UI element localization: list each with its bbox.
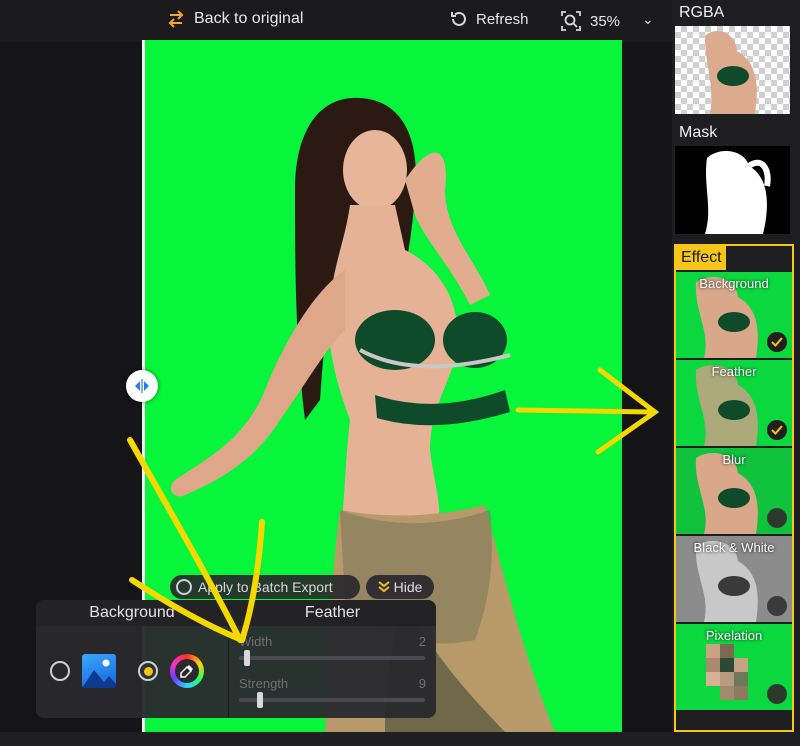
app-window: Back to original Refresh 35% ⌄ Apply to … <box>0 0 800 746</box>
zoom-icon <box>561 11 581 31</box>
mask-label: Mask <box>679 124 718 141</box>
color-picker-button[interactable] <box>170 654 204 688</box>
strength-value: 9 <box>418 676 426 691</box>
effect-black-white-label: Black & White <box>693 540 775 555</box>
double-chevron-down-icon <box>377 581 390 593</box>
width-slider[interactable] <box>239 650 425 666</box>
compare-split-handle[interactable] <box>126 370 158 402</box>
apply-batch-label: Apply to Batch Export <box>198 579 333 595</box>
feather-section: Feather Width 2 Strength 9 <box>228 600 436 718</box>
effect-label: Effect <box>676 246 726 270</box>
top-toolbar: Back to original Refresh 35% ⌄ <box>0 0 672 42</box>
zoom-value: 35% <box>590 12 621 30</box>
unchecked-circle-icon <box>767 508 787 528</box>
refresh-icon <box>451 11 466 26</box>
bottom-status-bar <box>0 732 672 746</box>
refresh-label: Refresh <box>476 10 529 28</box>
split-arrows-icon <box>135 379 149 393</box>
effect-card-blur[interactable]: Blur <box>676 448 792 534</box>
chevron-down-icon[interactable]: ⌄ <box>642 11 654 28</box>
unchecked-circle-icon <box>767 684 787 704</box>
back-to-original-label: Back to original <box>194 10 304 27</box>
hide-label: Hide <box>393 579 423 595</box>
strength-label: Strength <box>239 676 289 691</box>
effect-card-feather[interactable]: Feather <box>676 360 792 446</box>
effect-card-background[interactable]: Background <box>676 272 792 358</box>
effect-card-black-white[interactable]: Black & White <box>676 536 792 622</box>
unchecked-circle-icon <box>767 596 787 616</box>
check-icon <box>767 332 787 352</box>
background-section-title: Background <box>36 600 228 626</box>
effect-feather-label: Feather <box>711 364 757 379</box>
background-options <box>50 654 204 688</box>
apply-batch-radio[interactable] <box>176 579 192 595</box>
eyedropper-icon <box>180 665 193 678</box>
back-to-original-button[interactable]: Back to original <box>166 10 303 28</box>
rgba-thumbnail[interactable] <box>675 26 790 114</box>
background-section: Background <box>36 600 228 718</box>
zoom-control[interactable]: 35% <box>560 10 620 32</box>
effect-blur-label: Blur <box>722 452 746 467</box>
feather-section-title: Feather <box>229 600 436 626</box>
effect-card-pixelation[interactable]: Pixelation <box>676 624 792 710</box>
background-image-option[interactable] <box>82 654 116 688</box>
rgba-preview-image <box>705 31 757 114</box>
effect-settings-panel: Background Feather Width 2 Strength 9 <box>36 600 436 718</box>
background-image-radio[interactable] <box>50 661 70 681</box>
apply-batch-export-toggle[interactable]: Apply to Batch Export <box>170 575 360 599</box>
right-canvas-margin <box>622 42 672 746</box>
swap-arrows-icon <box>168 10 184 28</box>
refresh-button[interactable]: Refresh <box>450 10 529 28</box>
background-color-radio[interactable] <box>138 661 158 681</box>
image-icon <box>82 659 116 688</box>
mask-thumbnail[interactable] <box>675 146 790 234</box>
effect-pixelation-label: Pixelation <box>705 628 763 643</box>
hide-panel-button[interactable]: Hide <box>366 575 434 599</box>
mask-preview-image <box>705 151 771 234</box>
strength-slider[interactable] <box>239 692 425 708</box>
rgba-label: RGBA <box>679 4 725 21</box>
width-label: Width <box>239 634 273 649</box>
effect-background-label: Background <box>699 276 769 291</box>
width-value: 2 <box>418 634 426 649</box>
width-slider-thumb[interactable] <box>244 650 250 666</box>
check-icon <box>767 420 787 440</box>
strength-slider-thumb[interactable] <box>257 692 263 708</box>
